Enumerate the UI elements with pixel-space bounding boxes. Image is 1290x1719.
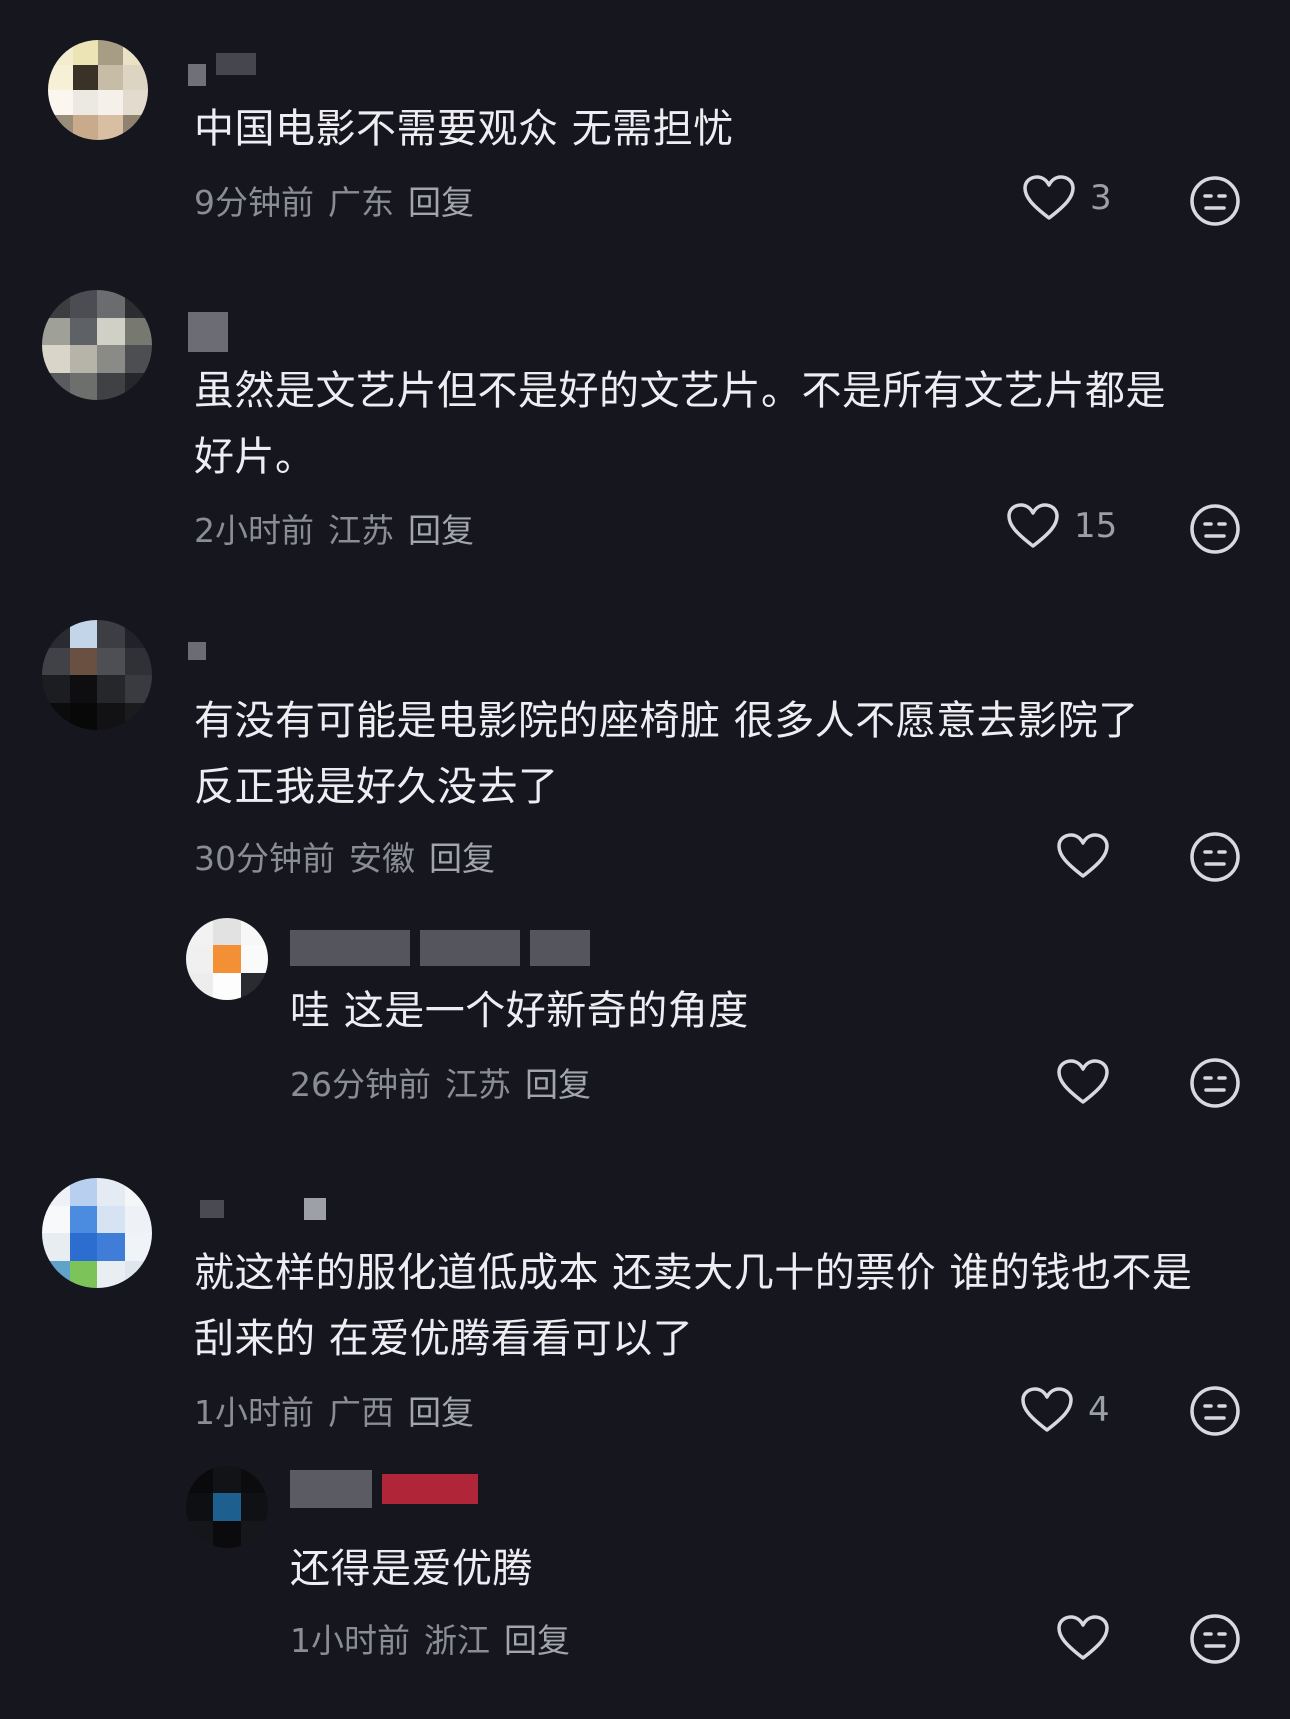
comment-location: 江苏 (328, 511, 394, 550)
reply-button[interactable]: 回复 (525, 1058, 591, 1106)
heart-outline-icon (1056, 832, 1110, 880)
avatar[interactable] (186, 918, 268, 1000)
comment-time: 1小时前 (194, 1393, 314, 1432)
like-button[interactable] (1056, 1614, 1124, 1662)
comment-time: 9分钟前 (194, 183, 314, 222)
avatar[interactable] (42, 290, 152, 400)
avatar[interactable] (42, 1178, 152, 1288)
username-blurred[interactable] (290, 930, 590, 966)
neutral-face-icon (1188, 1056, 1242, 1110)
heart-outline-icon (1022, 174, 1076, 222)
like-button[interactable]: 15 (1006, 502, 1117, 550)
comment-meta: 30分钟前 安徽 回复 (194, 832, 495, 880)
like-button[interactable]: 3 (1022, 174, 1112, 222)
avatar[interactable] (48, 40, 148, 140)
neutral-face-icon (1188, 830, 1242, 884)
neutral-face-icon (1188, 1384, 1242, 1438)
comment-meta: 1小时前 广西 回复 (194, 1386, 474, 1434)
comment-location: 浙江 (424, 1621, 490, 1660)
dislike-button[interactable] (1188, 1384, 1242, 1438)
comment-time: 2小时前 (194, 511, 314, 550)
comment-meta: 1小时前 浙江 回复 (290, 1614, 570, 1662)
like-count: 15 (1074, 506, 1118, 546)
comment-text: 还得是爱优腾 (290, 1546, 533, 1592)
like-button[interactable]: 4 (1020, 1386, 1110, 1434)
avatar[interactable] (42, 620, 152, 730)
comment-text-line: 就这样的服化道低成本 还卖大几十的票价 谁的钱也不是 (194, 1250, 1193, 1296)
comment-time: 30分钟前 (194, 839, 335, 878)
reply-button[interactable]: 回复 (408, 504, 474, 552)
username-blurred[interactable] (188, 642, 206, 660)
username-blurred[interactable] (188, 42, 256, 86)
comment-text: 哇 这是一个好新奇的角度 (290, 988, 749, 1034)
heart-outline-icon (1056, 1058, 1110, 1106)
comment-text-line: 刮来的 在爱优腾看看可以了 (194, 1316, 694, 1362)
like-button[interactable] (1056, 832, 1124, 880)
dislike-button[interactable] (1188, 1612, 1242, 1666)
avatar[interactable] (186, 1466, 268, 1548)
comment-location: 安徽 (349, 839, 415, 878)
neutral-face-icon (1188, 502, 1242, 556)
dislike-button[interactable] (1188, 174, 1242, 228)
comment-text-line: 好片。 (194, 434, 316, 480)
like-button[interactable] (1056, 1058, 1124, 1106)
comment-text-line: 反正我是好久没去了 (194, 764, 559, 810)
username-blurred[interactable] (290, 1470, 478, 1508)
heart-outline-icon (1020, 1386, 1074, 1434)
reply-button[interactable]: 回复 (408, 1386, 474, 1434)
comment-meta: 9分钟前 广东 回复 (194, 176, 474, 224)
neutral-face-icon (1188, 1612, 1242, 1666)
comment-location: 广东 (328, 183, 394, 222)
comment-text-line: 虽然是文艺片但不是好的文艺片。不是所有文艺片都是 (194, 368, 1166, 414)
dislike-button[interactable] (1188, 1056, 1242, 1110)
username-blurred[interactable] (188, 312, 228, 352)
heart-outline-icon (1006, 502, 1060, 550)
reply-button[interactable]: 回复 (408, 176, 474, 224)
dislike-button[interactable] (1188, 830, 1242, 884)
dislike-button[interactable] (1188, 502, 1242, 556)
comment-location: 广西 (328, 1393, 394, 1432)
comment-time: 1小时前 (290, 1621, 410, 1660)
username-blurred[interactable] (200, 1198, 326, 1220)
neutral-face-icon (1188, 174, 1242, 228)
like-count: 4 (1088, 1390, 1110, 1430)
comment-time: 26分钟前 (290, 1065, 431, 1104)
comment-text: 中国电影不需要观众 无需担忧 (194, 106, 734, 152)
heart-outline-icon (1056, 1614, 1110, 1662)
comment-text-line: 有没有可能是电影院的座椅脏 很多人不愿意去影院了 (194, 698, 1139, 744)
reply-button[interactable]: 回复 (504, 1614, 570, 1662)
like-count: 3 (1090, 178, 1112, 218)
comment-meta: 26分钟前 江苏 回复 (290, 1058, 591, 1106)
reply-button[interactable]: 回复 (429, 832, 495, 880)
comment-meta: 2小时前 江苏 回复 (194, 504, 474, 552)
comment-location: 江苏 (445, 1065, 511, 1104)
